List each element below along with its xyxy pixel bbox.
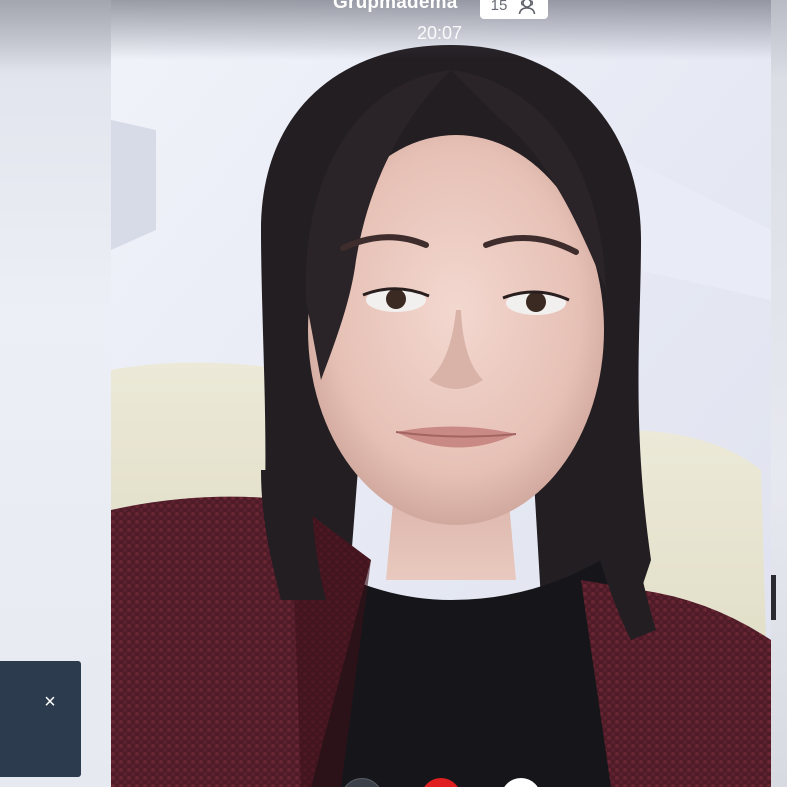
right-edge-notch [771, 575, 776, 620]
participants-button[interactable]: 15 [480, 0, 548, 19]
right-backdrop [771, 0, 787, 787]
video-feed: Grupmadema 15 20:07 [111, 0, 771, 787]
call-title: Grupmadema [333, 0, 458, 13]
notification-toast: × [0, 661, 81, 777]
people-icon [517, 0, 537, 15]
call-window: Grupmadema 15 20:07 × [0, 0, 787, 787]
call-timer: 20:07 [417, 23, 463, 43]
left-top-shade [0, 0, 111, 70]
participant-count: 15 [490, 0, 508, 14]
close-icon[interactable]: × [40, 692, 60, 712]
video-frame-image [111, 0, 771, 787]
